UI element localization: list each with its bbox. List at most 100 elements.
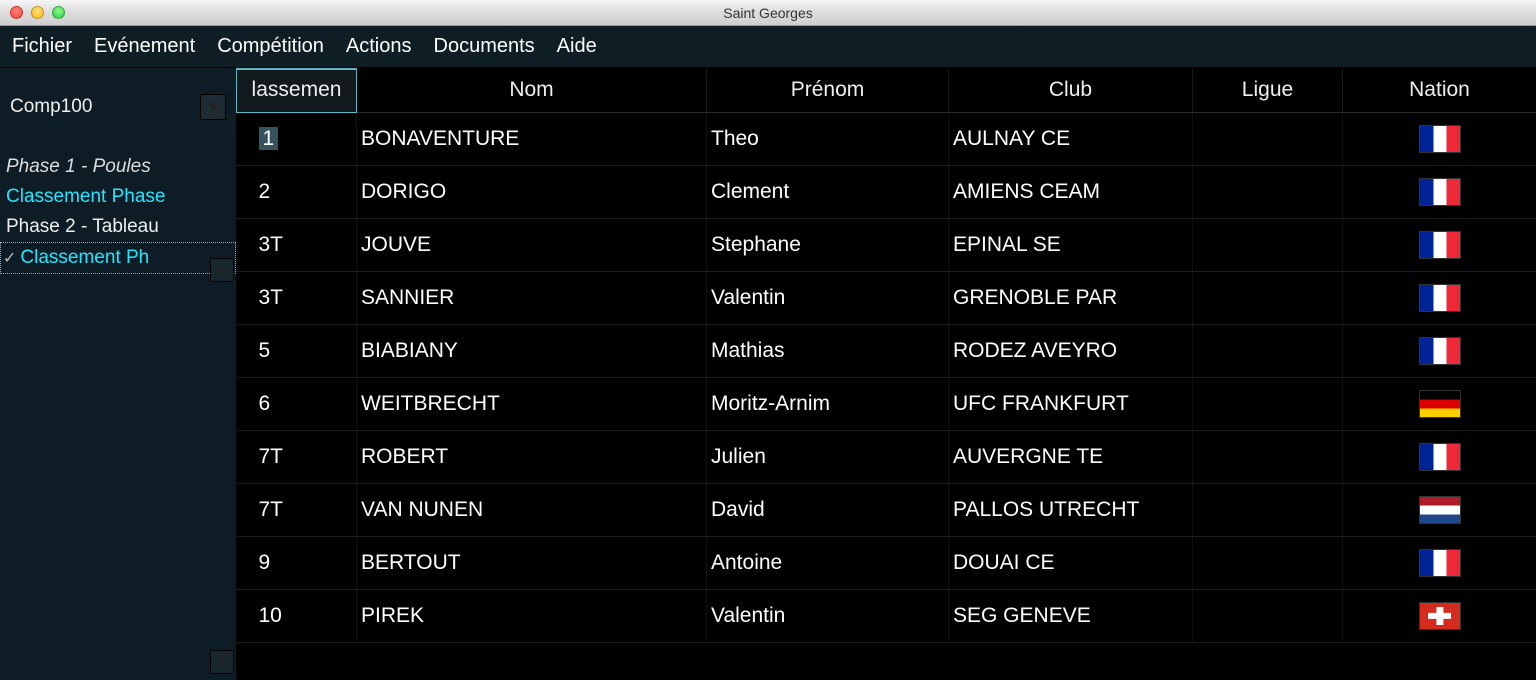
cell-prenom: Valentin [707,590,949,643]
sidebar-item-classement-phase1[interactable]: Classement Phase [0,182,236,212]
menu-documents[interactable]: Documents [434,35,535,58]
menu-aide[interactable]: Aide [557,35,597,58]
cell-club: DOUAI CE [949,537,1193,590]
flag-icon [1419,178,1461,206]
cell-ligue [1193,537,1343,590]
cell-nom: BIABIANY [357,325,707,378]
table-row[interactable]: 7TROBERTJulienAUVERGNE TE [237,431,1536,484]
window-title: Saint Georges [0,5,1536,21]
menubar: Fichier Evénement Compétition Actions Do… [0,26,1536,68]
cell-nom: BONAVENTURE [357,113,707,166]
cell-nation [1343,431,1536,484]
close-icon[interactable] [10,6,23,19]
results-table: lassemen Nom Prénom Club Ligue Nation 1B… [236,68,1536,643]
sidebar-item-label: Phase 2 - Tableau [6,216,159,237]
flag-icon [1419,337,1461,365]
flag-icon [1419,549,1461,577]
cell-rank: 7T [237,431,357,484]
cell-nom: SANNIER [357,272,707,325]
cell-ligue [1193,325,1343,378]
flag-icon [1419,284,1461,312]
titlebar: Saint Georges [0,0,1536,26]
cell-rank: 10 [237,590,357,643]
window-controls [10,6,65,19]
table-row[interactable]: 3TJOUVEStephaneEPINAL SE [237,219,1536,272]
table-row[interactable]: 3TSANNIERValentinGRENOBLE PAR [237,272,1536,325]
sidebar-item-phase1[interactable]: Phase 1 - Poules [0,152,236,182]
cell-nom: VAN NUNEN [357,484,707,537]
cell-nom: DORIGO [357,166,707,219]
cell-nom: PIREK [357,590,707,643]
cell-prenom: Valentin [707,272,949,325]
flag-icon [1419,602,1461,630]
table-row[interactable]: 5BIABIANYMathiasRODEZ AVEYRO [237,325,1536,378]
sidebar-item-label: Classement Phase [6,186,165,207]
cell-ligue [1193,484,1343,537]
flag-icon [1419,496,1461,524]
cell-ligue [1193,378,1343,431]
cell-prenom: Theo [707,113,949,166]
menu-actions[interactable]: Actions [346,35,412,58]
cell-prenom: Antoine [707,537,949,590]
cell-nation [1343,537,1536,590]
cell-nom: ROBERT [357,431,707,484]
sidebar-item-classement-phase2[interactable]: ✓ Classement Ph [0,242,236,274]
cell-rank: 2 [237,166,357,219]
sidebar-item-phase2[interactable]: Phase 2 - Tableau [0,212,236,242]
col-ligue[interactable]: Ligue [1193,69,1343,113]
cell-nation [1343,166,1536,219]
table-row[interactable]: 2DORIGOClementAMIENS CEAM [237,166,1536,219]
cell-prenom: David [707,484,949,537]
table-row[interactable]: 9BERTOUTAntoineDOUAI CE [237,537,1536,590]
zoom-icon[interactable] [52,6,65,19]
cell-club: GRENOBLE PAR [949,272,1193,325]
phase-list: Phase 1 - Poules Classement Phase Phase … [0,152,236,274]
cell-rank: 7T [237,484,357,537]
cell-club: AUVERGNE TE [949,431,1193,484]
cell-ligue [1193,166,1343,219]
cell-prenom: Clement [707,166,949,219]
table-row[interactable]: 6WEITBRECHTMoritz-ArnimUFC FRANKFURT [237,378,1536,431]
cell-ligue [1193,113,1343,166]
menu-fichier[interactable]: Fichier [12,35,72,58]
flag-icon [1419,231,1461,259]
menu-evenement[interactable]: Evénement [94,35,195,58]
chevron-down-icon[interactable] [200,94,226,120]
competition-select[interactable]: Comp100 [10,92,226,122]
cell-nom: JOUVE [357,219,707,272]
cell-club: PALLOS UTRECHT [949,484,1193,537]
cell-club: AULNAY CE [949,113,1193,166]
cell-rank: 6 [237,378,357,431]
cell-rank: 5 [237,325,357,378]
table-row[interactable]: 1BONAVENTURETheoAULNAY CE [237,113,1536,166]
cell-club: SEG GENEVE [949,590,1193,643]
flag-icon [1419,443,1461,471]
cell-club: EPINAL SE [949,219,1193,272]
cell-nation [1343,219,1536,272]
cell-club: AMIENS CEAM [949,166,1193,219]
flag-icon [1419,125,1461,153]
cell-club: RODEZ AVEYRO [949,325,1193,378]
cell-nation [1343,113,1536,166]
col-nom[interactable]: Nom [357,69,707,113]
cell-nation [1343,325,1536,378]
cell-nation [1343,590,1536,643]
table-row[interactable]: 10PIREKValentinSEG GENEVE [237,590,1536,643]
col-club[interactable]: Club [949,69,1193,113]
scroll-down-button[interactable] [210,650,234,674]
col-nation[interactable]: Nation [1343,69,1536,113]
cell-ligue [1193,219,1343,272]
cell-nation [1343,484,1536,537]
cell-nation [1343,272,1536,325]
table-row[interactable]: 7TVAN NUNENDavidPALLOS UTRECHT [237,484,1536,537]
cell-club: UFC FRANKFURT [949,378,1193,431]
scroll-up-button[interactable] [210,258,234,282]
menu-competition[interactable]: Compétition [217,35,324,58]
table-header-row: lassemen Nom Prénom Club Ligue Nation [237,69,1536,113]
cell-rank: 3T [237,272,357,325]
cell-rank: 3T [237,219,357,272]
minimize-icon[interactable] [31,6,44,19]
sidebar: Comp100 Phase 1 - Poules Classement Phas… [0,68,236,680]
col-prenom[interactable]: Prénom [707,69,949,113]
col-classement[interactable]: lassemen [237,69,357,113]
